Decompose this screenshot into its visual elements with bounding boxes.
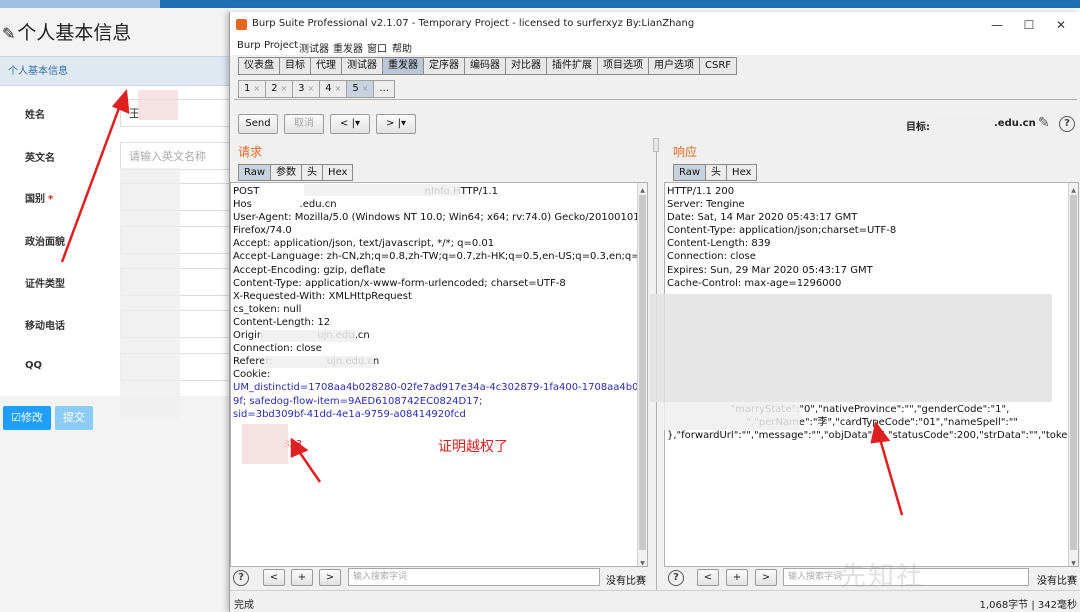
arrow-to-name-field (60, 99, 124, 263)
arrow-head (290, 437, 309, 458)
arrow-head (870, 421, 891, 444)
arrow-to-response-name (876, 431, 904, 516)
annotation-arrows (60, 88, 904, 516)
annotation-text: 证明越权了 (438, 439, 508, 455)
arrow-head (111, 88, 130, 114)
watermark: 先知社 (840, 562, 925, 592)
